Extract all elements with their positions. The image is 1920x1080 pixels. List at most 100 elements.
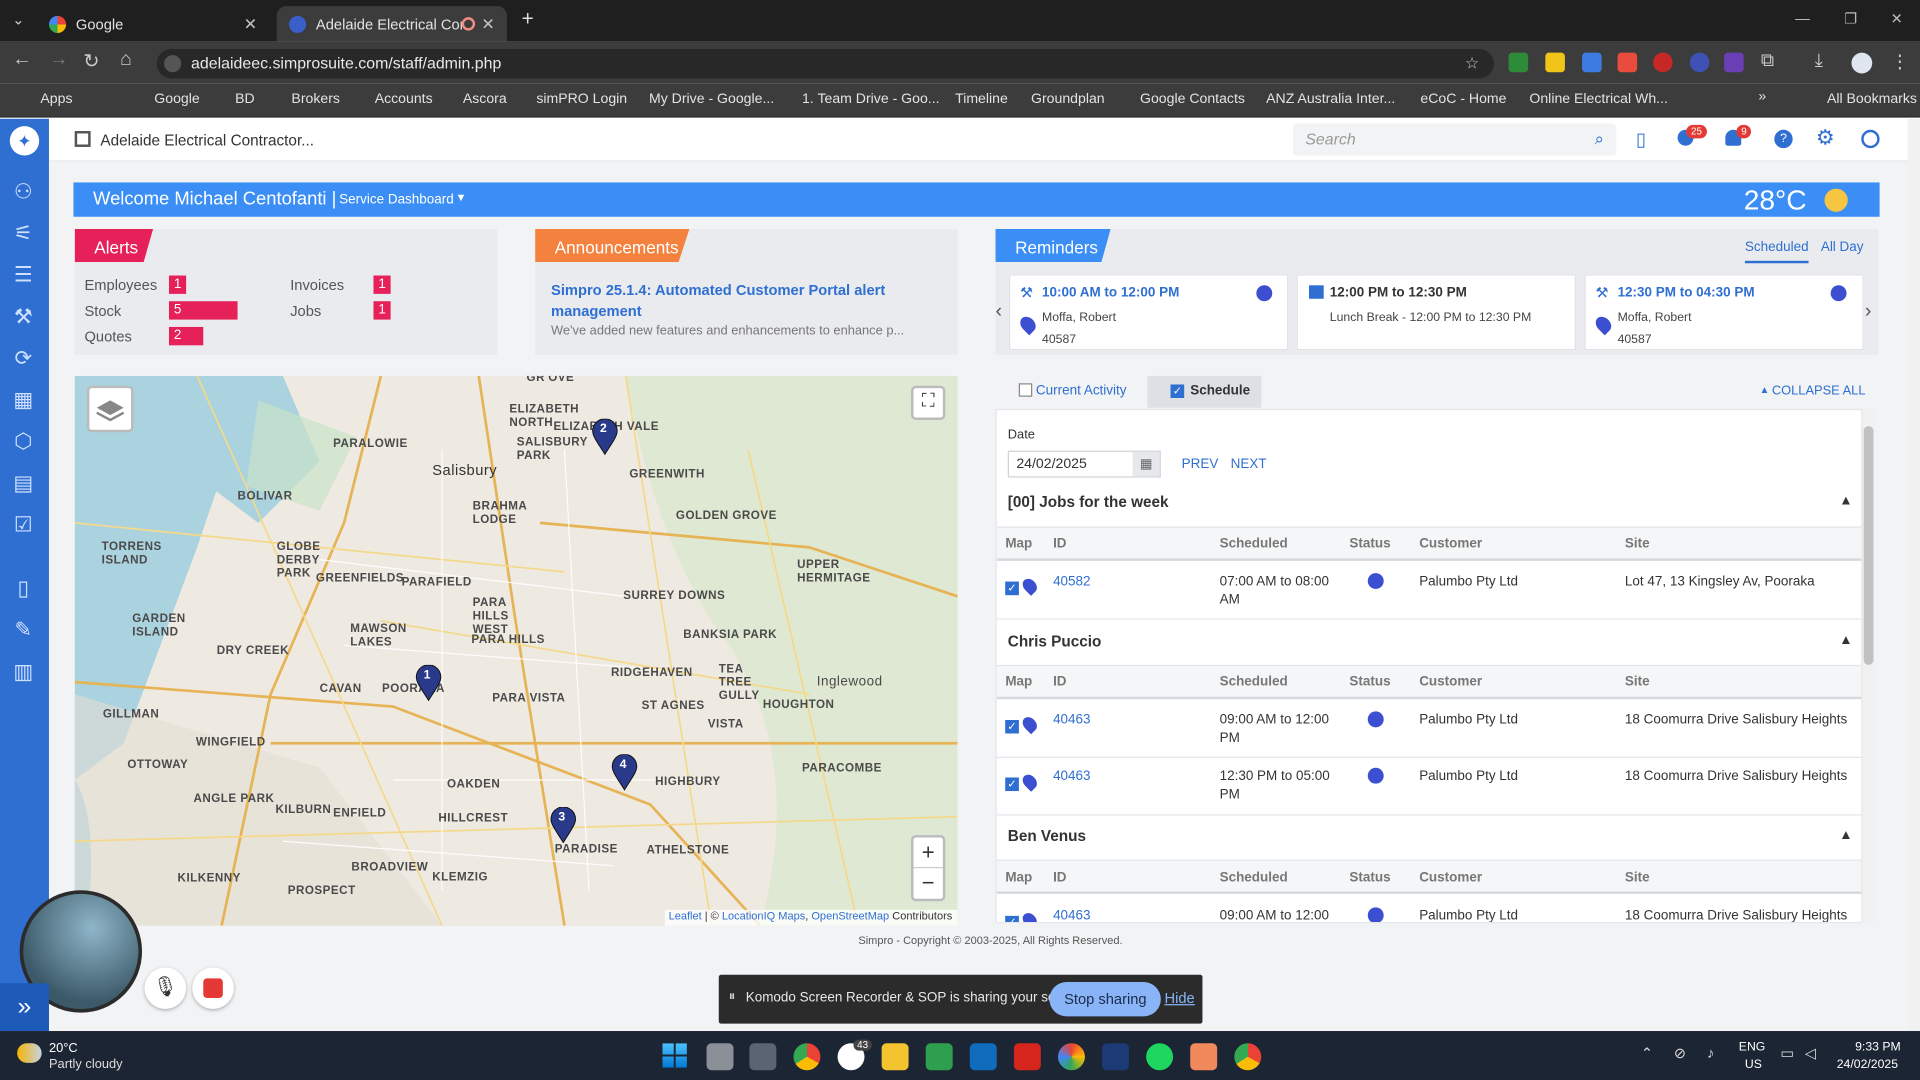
- outlook-icon[interactable]: [969, 1043, 997, 1071]
- quotes-icon[interactable]: ☰: [10, 263, 37, 287]
- extension-icon[interactable]: [1545, 52, 1565, 73]
- schedule-scrollbar[interactable]: [1862, 408, 1875, 924]
- weather-desc[interactable]: Partly cloudy: [49, 1057, 123, 1072]
- user-account-icon[interactable]: [1861, 129, 1880, 149]
- clock-date[interactable]: 24/02/2025: [1837, 1058, 1898, 1071]
- zoom-out-button[interactable]: −: [913, 868, 942, 899]
- extensions-puzzle-icon[interactable]: ⧉: [1761, 50, 1774, 71]
- map-pin-icon[interactable]: [1019, 575, 1040, 596]
- reminder-card[interactable]: 12:00 PM to 12:30 PM Lunch Break - 12:00…: [1296, 274, 1576, 351]
- extension-icon[interactable]: [1653, 52, 1673, 73]
- recurring-icon[interactable]: ⟳: [10, 347, 37, 371]
- alert-bar[interactable]: 1: [373, 301, 391, 320]
- close-window-button[interactable]: ✕: [1891, 10, 1903, 27]
- row-checkbox[interactable]: ✓: [1005, 581, 1019, 596]
- calculator-icon[interactable]: [749, 1043, 777, 1071]
- col-status[interactable]: Status: [1349, 871, 1390, 886]
- map-pin-4[interactable]: 4: [611, 753, 638, 791]
- site-info-icon[interactable]: [164, 55, 182, 73]
- collapse-group-icon[interactable]: ▲: [1839, 828, 1852, 843]
- stop-sharing-button[interactable]: Stop sharing: [1049, 982, 1162, 1017]
- close-icon[interactable]: ✕: [481, 14, 494, 34]
- row-checkbox[interactable]: ✓: [1005, 720, 1019, 734]
- reminder-card[interactable]: ⚒ 12:30 PM to 04:30 PM Moffa, Robert 405…: [1584, 274, 1864, 351]
- job-id[interactable]: 40463: [1053, 909, 1090, 922]
- acrobat-icon[interactable]: [1013, 1043, 1041, 1071]
- bookmark-simpro-login[interactable]: simPRO Login: [536, 92, 627, 107]
- menu-icon[interactable]: ⋮: [1891, 50, 1909, 72]
- table-row[interactable]: ✓ 40582 07:00 AM to 08:00 AM Palumbo Pty…: [996, 563, 1862, 620]
- extension-icon[interactable]: [1689, 52, 1710, 73]
- purchasing-icon[interactable]: ▤: [10, 471, 37, 495]
- display-icon[interactable]: ▭: [1780, 1044, 1794, 1061]
- app-r-icon[interactable]: [1102, 1043, 1129, 1071]
- col-site[interactable]: Site: [1625, 871, 1650, 886]
- alert-label[interactable]: Employees: [84, 277, 157, 294]
- app-orange-icon[interactable]: [1190, 1043, 1218, 1071]
- home-icon[interactable]: ⌂: [120, 49, 132, 71]
- extension-icon[interactable]: [1724, 52, 1744, 73]
- bookmark-my-drive[interactable]: My Drive - Google...: [649, 92, 774, 107]
- bookmark-online-electrical[interactable]: Online Electrical Wh...: [1529, 92, 1668, 107]
- alert-label[interactable]: Jobs: [290, 302, 321, 319]
- alert-label[interactable]: Quotes: [84, 328, 131, 345]
- bookmark-groundplan[interactable]: Groundplan: [1031, 92, 1105, 107]
- col-map[interactable]: Map: [1005, 675, 1032, 690]
- map-pin-icon[interactable]: [1019, 714, 1040, 735]
- profile-avatar[interactable]: [1851, 52, 1873, 74]
- col-map[interactable]: Map: [1005, 871, 1032, 886]
- bookmark-bd[interactable]: BD: [235, 92, 255, 107]
- tab-list-icon[interactable]: ⌄: [12, 11, 24, 28]
- tab-schedule[interactable]: ✓ Schedule: [1147, 375, 1262, 408]
- reminders-next-icon[interactable]: ›: [1865, 301, 1872, 323]
- weather-icon[interactable]: [17, 1043, 42, 1063]
- network-icon[interactable]: ⊘: [1674, 1044, 1686, 1061]
- col-status[interactable]: Status: [1349, 536, 1390, 551]
- language-1[interactable]: ENG: [1739, 1041, 1766, 1054]
- forward-icon[interactable]: →: [49, 49, 69, 71]
- col-site[interactable]: Site: [1625, 536, 1650, 551]
- collapse-group-icon[interactable]: ▲: [1839, 493, 1852, 508]
- minimize-button[interactable]: —: [1795, 10, 1810, 27]
- bookmark-ascora[interactable]: Ascora: [463, 92, 507, 107]
- settings-gear-icon[interactable]: ⚙: [1816, 126, 1835, 150]
- job-id[interactable]: 40463: [1053, 769, 1090, 784]
- table-row[interactable]: ✓ 40463 12:30 PM to 05:00 PM Palumbo Pty…: [996, 759, 1862, 816]
- scrollbar-thumb[interactable]: [1863, 426, 1874, 665]
- col-site[interactable]: Site: [1625, 675, 1650, 690]
- table-row[interactable]: ✓ 40463 09:00 AM to 12:00 Palumbo Pty Lt…: [997, 898, 1861, 923]
- map-pin-icon[interactable]: [1019, 910, 1040, 923]
- calendar-picker-icon[interactable]: ▦: [1132, 451, 1160, 477]
- col-scheduled[interactable]: Scheduled: [1220, 871, 1288, 886]
- bookmark-apps[interactable]: Apps: [40, 92, 72, 107]
- tools-icon[interactable]: ✎: [10, 618, 37, 642]
- locationiq-link[interactable]: LocationIQ Maps: [722, 910, 805, 922]
- col-id[interactable]: ID: [1053, 675, 1066, 690]
- next-button[interactable]: NEXT: [1231, 457, 1267, 472]
- jobs-map[interactable]: GR'OVE ELIZABETH NORTH PARALOWIE Salisbu…: [74, 375, 958, 926]
- prev-button[interactable]: PREV: [1182, 457, 1219, 472]
- tab-all-day[interactable]: All Day: [1821, 240, 1864, 255]
- collapse-group-icon[interactable]: ▲: [1839, 633, 1852, 648]
- collapse-arrow-icon[interactable]: ▲: [1760, 384, 1770, 395]
- col-customer[interactable]: Customer: [1419, 675, 1482, 690]
- current-activity-checkbox[interactable]: [1018, 383, 1033, 397]
- job-id[interactable]: 40463: [1053, 713, 1090, 728]
- alert-label[interactable]: Stock: [84, 302, 121, 319]
- row-checkbox[interactable]: ✓: [1005, 777, 1019, 792]
- stop-record-button[interactable]: [192, 967, 234, 1009]
- tasks-icon[interactable]: ☑: [10, 513, 37, 537]
- mic-tray-icon[interactable]: ♪: [1707, 1044, 1714, 1061]
- dashboard-selector[interactable]: Service Dashboard: [339, 192, 454, 207]
- mic-button[interactable]: 🎙: [144, 967, 187, 1009]
- schedule-checkbox[interactable]: ✓: [1170, 384, 1185, 398]
- reports-icon[interactable]: ▥: [10, 660, 37, 684]
- alert-bar[interactable]: 5: [168, 301, 238, 320]
- expand-sidebar-button[interactable]: »: [0, 983, 49, 1032]
- bookmark-brokers[interactable]: Brokers: [291, 92, 340, 107]
- chrome-icon[interactable]: [793, 1043, 821, 1071]
- documents-icon[interactable]: ▯: [10, 577, 37, 601]
- table-row[interactable]: ✓ 40463 09:00 AM to 12:00 PM Palumbo Pty…: [996, 702, 1862, 758]
- language-2[interactable]: US: [1745, 1058, 1762, 1071]
- col-id[interactable]: ID: [1053, 536, 1066, 551]
